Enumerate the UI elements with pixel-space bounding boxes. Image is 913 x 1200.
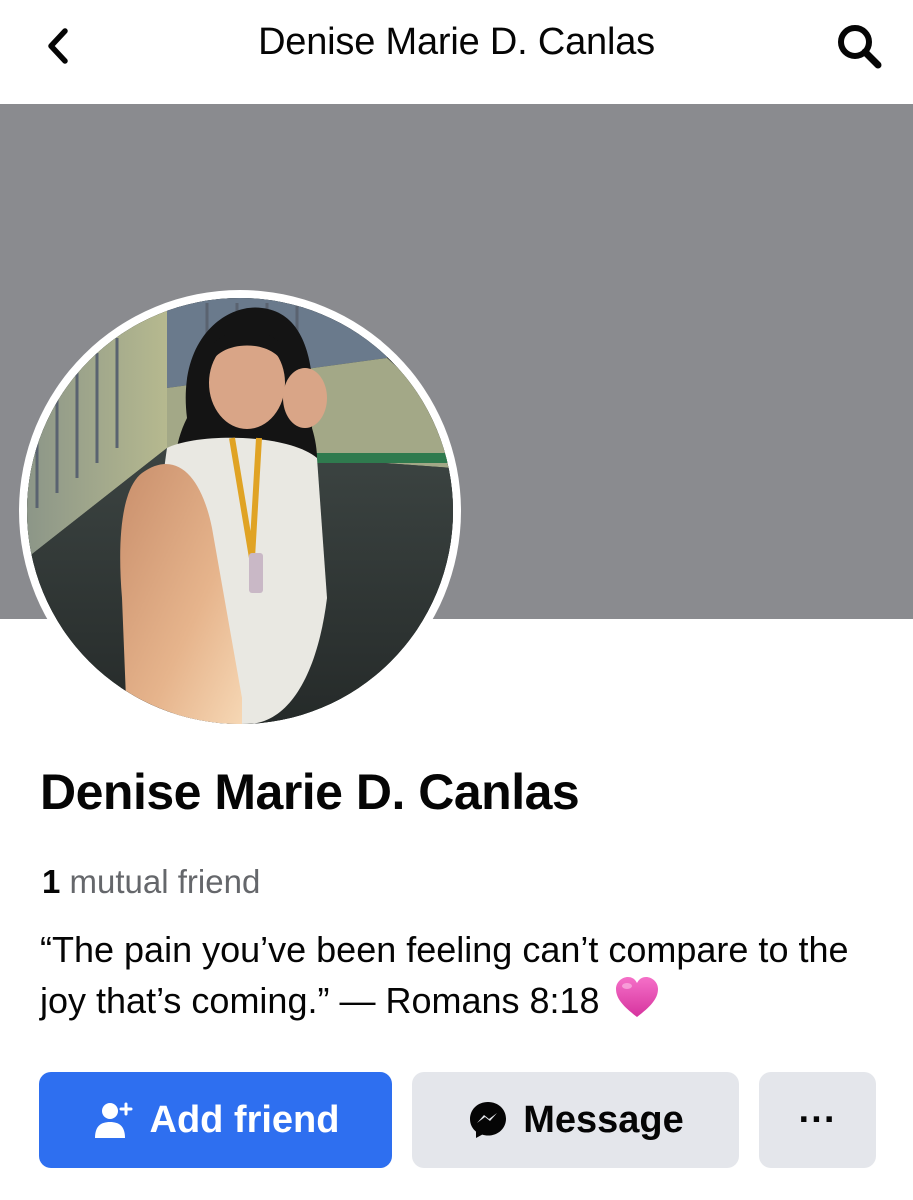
messenger-icon	[470, 1102, 507, 1138]
profile-picture-frame	[19, 290, 461, 732]
message-label: Message	[523, 1098, 684, 1141]
search-button[interactable]	[829, 16, 889, 76]
add-friend-label: Add friend	[149, 1098, 340, 1141]
add-person-icon	[94, 1102, 132, 1138]
mutual-friends[interactable]: 1 mutual friend	[42, 860, 260, 904]
page-title: Denise Marie D. Canlas	[258, 21, 655, 63]
profile-name: Denise Marie D. Canlas	[40, 764, 580, 820]
more-options-button[interactable]: ···	[759, 1072, 876, 1168]
mutual-friends-label: mutual friend	[69, 863, 261, 900]
profile-picture[interactable]	[27, 298, 453, 724]
bio-text: “The pain you’ve been feeling can’t comp…	[40, 929, 849, 1021]
top-navigation-bar: Denise Marie D. Canlas	[0, 0, 913, 104]
more-options-label: ···	[798, 1098, 837, 1141]
search-icon	[838, 25, 882, 69]
message-button[interactable]: Message	[412, 1072, 739, 1168]
profile-bio: “The pain you’ve been feeling can’t comp…	[40, 925, 890, 1026]
pink-heart-icon	[615, 977, 658, 1017]
profile-photo-image	[27, 298, 453, 724]
add-friend-button[interactable]: Add friend	[39, 1072, 392, 1168]
mutual-friends-count: 1	[42, 863, 61, 900]
